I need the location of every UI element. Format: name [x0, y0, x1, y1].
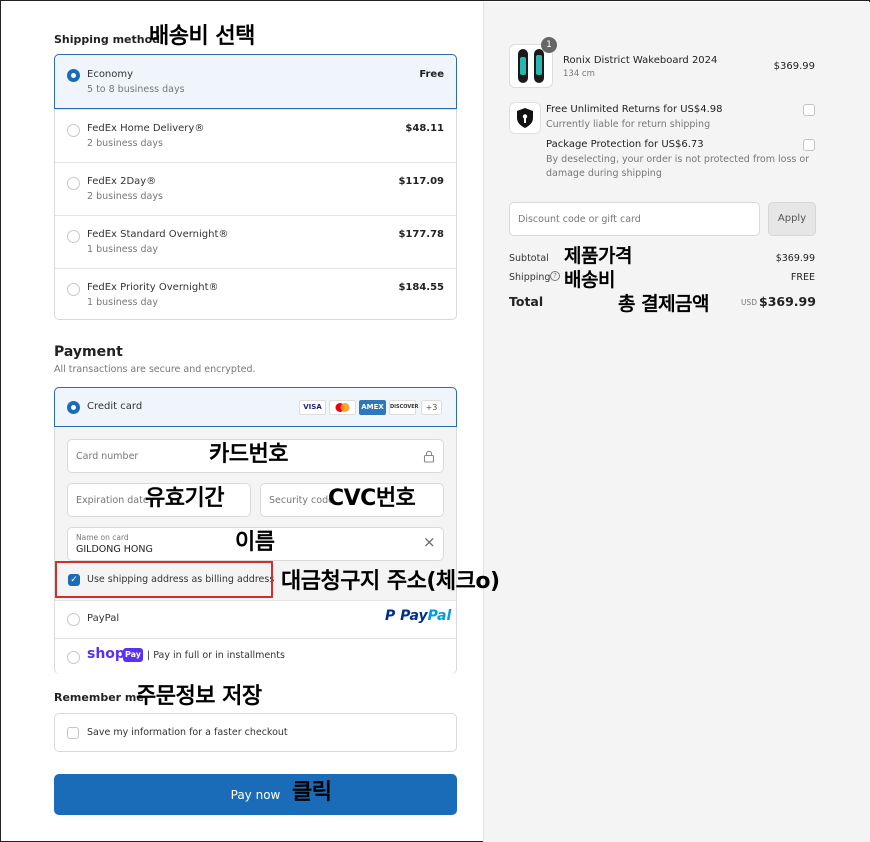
radio-paypal[interactable] — [67, 613, 80, 626]
shop-pay-label: | Pay in full or in installments — [147, 650, 285, 661]
card-number-placeholder: Card number — [76, 451, 139, 462]
radio-fedex-priority[interactable] — [67, 283, 80, 296]
annotation-card-number: 카드번호 — [209, 442, 288, 467]
shipping-option-price: $48.11 — [405, 123, 444, 134]
total-label: Total — [509, 294, 544, 309]
annotation-expiration: 유효기간 — [145, 486, 224, 511]
checkout-page: Shipping method 배송비 선택 Economy 5 to 8 bu… — [0, 0, 870, 842]
addon-protection-checkbox[interactable] — [803, 139, 815, 151]
paypal-label: PayPal — [87, 613, 120, 624]
product-price: $369.99 — [773, 61, 815, 72]
shipping-option-fedex-home[interactable]: FedEx Home Delivery® 2 business days $48… — [55, 109, 456, 162]
clear-icon[interactable]: × — [423, 535, 436, 550]
addon-returns-title: Free Unlimited Returns for US$4.98 — [546, 104, 723, 115]
payment-option-credit-card[interactable]: Credit card VISA AMEX DISCOVER +3 — [54, 387, 457, 427]
shipping-option-name: FedEx Home Delivery® — [87, 123, 205, 134]
shipping-option-name: Economy — [87, 69, 134, 80]
paypal-logo-pal: Pal — [427, 608, 452, 624]
annotation-subtotal: 제품가격 — [564, 245, 632, 267]
radio-economy[interactable] — [67, 69, 80, 82]
radio-fedex-home[interactable] — [67, 124, 80, 137]
radio-fedex-2day[interactable] — [67, 177, 80, 190]
shipping-option-duration: 2 business days — [87, 191, 163, 202]
shipping-option-price: $184.55 — [398, 282, 444, 293]
shipping-option-price: Free — [419, 69, 444, 80]
subtotal-label: Subtotal — [509, 253, 549, 264]
remember-me-title: Remember me — [54, 691, 144, 704]
pay-now-label: Pay now — [230, 788, 281, 802]
discover-icon: DISCOVER — [389, 400, 419, 415]
shipping-option-duration: 2 business days — [87, 138, 163, 149]
annotation-cvc: CVC번호 — [328, 486, 416, 511]
shipping-option-fedex-standard-overnight[interactable]: FedEx Standard Overnight® 1 business day… — [55, 215, 456, 268]
returns-shield-icon — [509, 102, 541, 134]
billing-highlight-box — [55, 561, 273, 598]
shipping-value: FREE — [790, 272, 815, 283]
addon-returns-subtitle: Currently liable for return shipping — [546, 119, 711, 130]
shipping-option-duration: 1 business day — [87, 297, 158, 308]
shop-pay-badge: Pay — [123, 648, 143, 662]
annotation-pay-now: 클릭 — [292, 780, 332, 805]
visa-icon: VISA — [299, 400, 326, 415]
total-currency: USD — [741, 298, 758, 307]
expiration-placeholder: Expiration date — [76, 495, 149, 506]
shipping-options-list: Economy 5 to 8 business days Free FedEx … — [54, 54, 457, 320]
payment-option-shop-pay[interactable]: shop Pay | Pay in full or in installment… — [55, 638, 456, 674]
paypal-logo: P PayPal — [385, 609, 451, 623]
name-on-card-value: GILDONG HONG — [76, 544, 153, 555]
lock-icon — [423, 450, 435, 463]
annotation-billing: 대금청구지 주소(체크o) — [281, 569, 500, 594]
shipping-option-price: $177.78 — [398, 229, 444, 240]
paypal-logo-p: P — [385, 608, 396, 624]
payment-option-paypal[interactable]: PayPal P PayPal — [55, 600, 456, 638]
shipping-option-name: FedEx Standard Overnight® — [87, 229, 229, 240]
save-info-label: Save my information for a faster checkou… — [87, 727, 288, 738]
shipping-method-title: Shipping method — [54, 33, 161, 46]
remember-me-box[interactable]: Save my information for a faster checkou… — [54, 713, 457, 752]
name-on-card-label: Name on card — [76, 533, 129, 542]
amex-icon: AMEX — [359, 400, 386, 415]
shipping-option-duration: 5 to 8 business days — [87, 84, 185, 95]
radio-fedex-standard[interactable] — [67, 230, 80, 243]
annotation-name: 이름 — [235, 530, 275, 555]
shipping-option-price: $117.09 — [398, 176, 444, 187]
radio-shop-pay[interactable] — [67, 651, 80, 664]
radio-credit-card[interactable] — [67, 401, 80, 414]
annotation-remember: 주문정보 저장 — [136, 684, 262, 709]
addon-returns-checkbox[interactable] — [803, 104, 815, 116]
addon-protection-title: Package Protection for US$6.73 — [546, 139, 704, 150]
paypal-logo-pay: Pay — [400, 608, 428, 624]
shipping-option-duration: 1 business day — [87, 244, 158, 255]
shipping-option-name: FedEx Priority Overnight® — [87, 282, 219, 293]
pay-now-button[interactable]: Pay now — [54, 774, 457, 815]
security-code-placeholder: Security code — [269, 495, 334, 506]
annotation-shipping-cost: 배송비 — [564, 269, 615, 291]
shipping-option-fedex-priority-overnight[interactable]: FedEx Priority Overnight® 1 business day… — [55, 268, 456, 321]
save-info-checkbox[interactable] — [67, 727, 79, 739]
shipping-option-name: FedEx 2Day® — [87, 176, 157, 187]
product-variant: 134 cm — [563, 69, 595, 79]
shipping-option-fedex-2day[interactable]: FedEx 2Day® 2 business days $117.09 — [55, 162, 456, 215]
apply-button[interactable]: Apply — [768, 202, 816, 236]
shop-logo: shop — [87, 646, 125, 662]
product-name: Ronix District Wakeboard 2024 — [563, 55, 718, 66]
payment-subtitle: All transactions are secure and encrypte… — [54, 364, 256, 375]
shipping-option-economy[interactable]: Economy 5 to 8 business days Free — [54, 54, 457, 109]
total-value: $369.99 — [759, 294, 816, 309]
shipping-info-icon[interactable]: ? — [550, 271, 560, 281]
discount-code-placeholder: Discount code or gift card — [518, 214, 641, 225]
subtotal-value: $369.99 — [775, 253, 815, 264]
more-cards-badge: +3 — [421, 400, 442, 415]
credit-card-label: Credit card — [87, 401, 143, 412]
addon-protection-subtitle-line1: By deselecting, your order is not protec… — [546, 154, 810, 165]
addon-protection-subtitle-line2: damage during shipping — [546, 168, 662, 179]
shipping-label: Shipping — [509, 272, 551, 283]
quantity-badge: 1 — [541, 37, 557, 53]
discount-code-input[interactable]: Discount code or gift card — [509, 202, 760, 236]
annotation-shipping: 배송비 선택 — [149, 24, 255, 49]
annotation-total: 총 결제금액 — [618, 293, 710, 315]
payment-title: Payment — [54, 344, 123, 360]
mastercard-icon — [329, 400, 356, 415]
